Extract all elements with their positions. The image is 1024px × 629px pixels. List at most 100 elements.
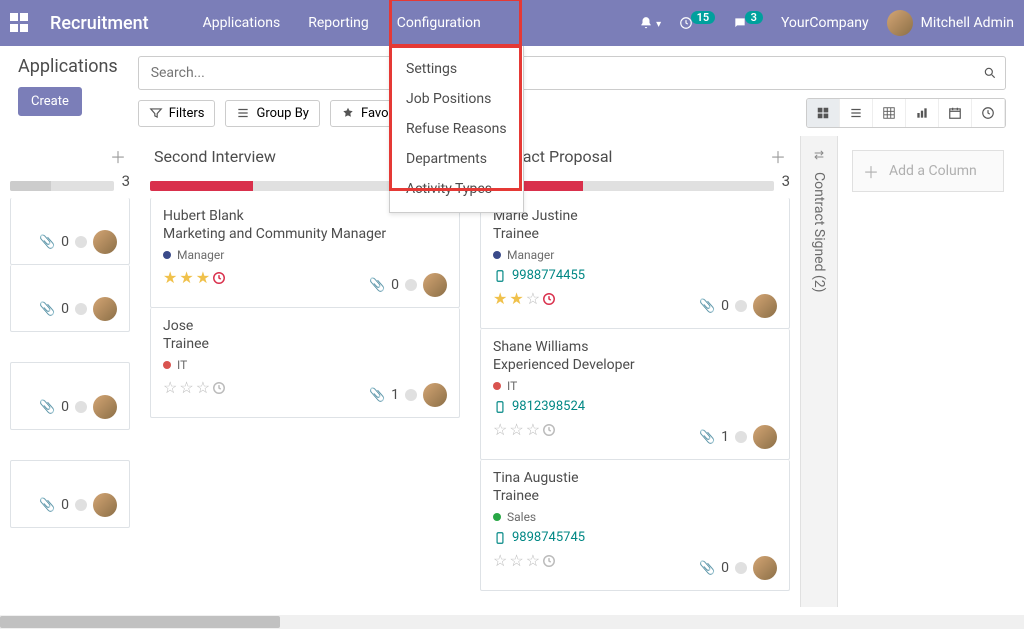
create-button[interactable]: Create [18, 87, 82, 116]
filters-button[interactable]: Filters [138, 100, 216, 127]
plus-icon[interactable]: ＋ [110, 144, 126, 168]
discuss-badge: 3 [745, 11, 763, 24]
kanban-column: ＋ 3 📎0 📎0 📎0 📎0 [0, 136, 140, 607]
column-title: Second Interview [154, 147, 276, 166]
company-switcher[interactable]: YourCompany [781, 15, 869, 31]
view-calendar[interactable] [939, 99, 972, 127]
clock-icon [542, 423, 556, 437]
discuss-icon[interactable]: 3 [733, 15, 763, 31]
user-name: Mitchell Admin [921, 15, 1014, 31]
paperclip-icon: 📎 [39, 498, 55, 513]
phone-number[interactable]: 9812398524 [493, 399, 777, 414]
status-dot[interactable] [75, 236, 87, 248]
search-input[interactable] [147, 61, 983, 85]
phone-number[interactable]: 9898745745 [493, 530, 777, 545]
column-count: 3 [782, 172, 790, 190]
kanban-card[interactable]: Shane Williams Experienced Developer IT … [480, 329, 790, 460]
paperclip-icon: 📎 [39, 302, 55, 317]
expand-icon: ⇄ [814, 148, 824, 162]
kanban-folded-column[interactable]: ⇄ Contract Signed (2) [800, 136, 838, 607]
paperclip-icon: 📎 [699, 299, 715, 314]
applicant-role: Marketing and Community Manager [163, 226, 447, 242]
view-graph[interactable] [906, 99, 939, 127]
menu-activity-types[interactable]: Activity Types [390, 174, 523, 204]
nav-menu: Applications Reporting Configuration [189, 1, 495, 45]
plus-icon[interactable]: ＋ [770, 144, 786, 168]
applicant-name: Marie Justine [493, 208, 777, 224]
configuration-dropdown: Settings Job Positions Refuse Reasons De… [389, 46, 524, 213]
kanban-card[interactable]: Jose Trainee IT ☆☆☆ 📎1 [150, 308, 460, 418]
add-column-label: Add a Column [889, 163, 977, 179]
column-count: 3 [122, 172, 130, 190]
user-menu[interactable]: Mitchell Admin [887, 10, 1014, 36]
tag-dot [493, 513, 501, 521]
search-icon[interactable] [983, 66, 997, 80]
applicant-role: Trainee [493, 226, 777, 242]
kanban-card[interactable]: 📎0 [10, 198, 130, 265]
folded-column-title: Contract Signed (2) [811, 172, 827, 293]
status-dot[interactable] [75, 401, 87, 413]
menu-departments[interactable]: Departments [390, 144, 523, 174]
horizontal-scrollbar[interactable] [0, 615, 1024, 629]
view-activity[interactable] [972, 99, 1005, 127]
status-dot[interactable] [75, 499, 87, 511]
applicant-name: Jose [163, 318, 447, 334]
star-icon [341, 106, 355, 120]
avatar [753, 556, 777, 580]
clock-icon [542, 554, 556, 568]
nav-configuration[interactable]: Configuration [383, 1, 495, 45]
kanban-card[interactable]: 📎0 [10, 265, 130, 332]
clock-icon [212, 381, 226, 395]
status-dot[interactable] [735, 562, 747, 574]
nav-right: ▾ 15 3 YourCompany Mitchell Admin [639, 10, 1014, 36]
kanban-card[interactable]: Hubert Blank Marketing and Community Man… [150, 198, 460, 308]
search-box[interactable] [138, 56, 1006, 90]
plus-icon: ＋ [863, 159, 879, 183]
view-kanban[interactable] [807, 99, 840, 127]
avatar [423, 273, 447, 297]
avatar [93, 493, 117, 517]
nav-reporting[interactable]: Reporting [294, 1, 383, 45]
avatar [887, 10, 913, 36]
applicant-role: Experienced Developer [493, 357, 777, 373]
activities-icon[interactable]: 15 [679, 15, 715, 31]
menu-job-positions[interactable]: Job Positions [390, 84, 523, 114]
tag-dot [493, 382, 501, 390]
add-column: ＋ Add a Column [838, 136, 1018, 607]
avatar [753, 294, 777, 318]
applicant-name: Tina Augustie [493, 470, 777, 486]
avatar [93, 230, 117, 254]
applicant-name: Shane Williams [493, 339, 777, 355]
menu-refuse-reasons[interactable]: Refuse Reasons [390, 114, 523, 144]
avatar [753, 425, 777, 449]
status-dot[interactable] [405, 279, 417, 291]
kanban-card[interactable]: 📎0 [10, 362, 130, 430]
status-dot[interactable] [405, 389, 417, 401]
apps-icon[interactable] [10, 13, 30, 33]
notifications-icon[interactable]: ▾ [639, 15, 662, 31]
clock-icon [542, 292, 556, 306]
status-dot[interactable] [735, 300, 747, 312]
navbar: Recruitment Applications Reporting Confi… [0, 0, 1024, 46]
kanban-card[interactable]: Marie Justine Trainee Manager 9988774455… [480, 198, 790, 329]
paperclip-icon: 📎 [699, 430, 715, 445]
mobile-icon [493, 531, 507, 545]
tag-label: IT [177, 358, 187, 372]
list-icon [236, 106, 250, 120]
view-list[interactable] [840, 99, 873, 127]
status-dot[interactable] [75, 303, 87, 315]
paperclip-icon: 📎 [369, 278, 385, 293]
view-pivot[interactable] [873, 99, 906, 127]
kanban-card[interactable]: Tina Augustie Trainee Sales 9898745745 ☆… [480, 460, 790, 591]
tag-label: Sales [507, 510, 536, 524]
phone-number[interactable]: 9988774455 [493, 268, 777, 283]
add-column-button[interactable]: ＋ Add a Column [852, 150, 1004, 192]
groupby-button[interactable]: Group By [225, 100, 320, 127]
kanban-card[interactable]: 📎0 [10, 460, 130, 528]
tag-label: Manager [177, 248, 224, 262]
avatar [423, 383, 447, 407]
nav-applications[interactable]: Applications [189, 1, 295, 45]
paperclip-icon: 📎 [369, 388, 385, 403]
status-dot[interactable] [735, 431, 747, 443]
menu-settings[interactable]: Settings [390, 54, 523, 84]
